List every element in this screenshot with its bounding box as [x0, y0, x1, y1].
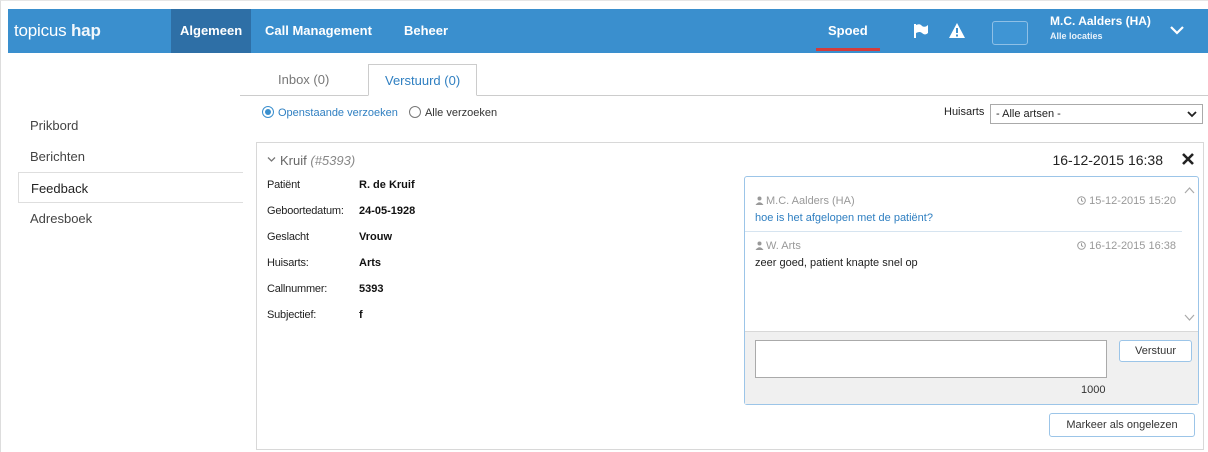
- card-patient-name: Kruif: [280, 153, 307, 168]
- detail-row: Geslacht Vrouw: [267, 231, 567, 257]
- detail-value: 24-05-1928: [359, 205, 416, 217]
- message-item: W. Arts 16-12-2015 16:38 zeer goed, pati…: [745, 232, 1182, 282]
- message-time-value: 16-12-2015 16:38: [1089, 240, 1176, 252]
- detail-row: Patiënt R. de Kruif: [267, 179, 567, 205]
- clock-icon: [1077, 241, 1086, 250]
- radio-all[interactable]: [408, 106, 421, 118]
- logo-sub: hap: [71, 21, 101, 40]
- message-time: 15-12-2015 15:20: [1077, 195, 1176, 207]
- message-list: M.C. Aalders (HA) 15-12-2015 15:20 hoe i…: [745, 177, 1182, 331]
- user-icon: [755, 196, 764, 205]
- message-item: M.C. Aalders (HA) 15-12-2015 15:20 hoe i…: [745, 187, 1182, 232]
- detail-row: Huisarts: Arts: [267, 257, 567, 283]
- request-filter: Openstaande verzoeken Alle verzoeken: [262, 106, 505, 119]
- collapse-chevron-icon[interactable]: [267, 155, 276, 164]
- sidebar-item-prikbord[interactable]: Prikbord: [18, 110, 243, 141]
- conversation-panel: M.C. Aalders (HA) 15-12-2015 15:20 hoe i…: [744, 176, 1199, 405]
- user-location[interactable]: Alle locaties: [1050, 31, 1103, 41]
- detail-row: Subjectief: f: [267, 309, 567, 335]
- message-text: hoe is het afgelopen met de patiënt?: [755, 212, 933, 224]
- nav-spoed-label: Spoed: [828, 23, 868, 38]
- card-call-number: (#5393): [310, 153, 356, 168]
- mark-unread-button[interactable]: Markeer als ongelezen: [1049, 413, 1195, 437]
- spoed-active-underline: [816, 48, 880, 51]
- close-icon[interactable]: [1181, 152, 1195, 166]
- doctor-select[interactable]: - Alle artsen -: [990, 104, 1203, 124]
- doctor-filter-label: Huisarts: [944, 106, 985, 118]
- detail-label: Subjectief:: [267, 309, 317, 321]
- top-navigation-bar: topicus hap Algemeen Call Management Beh…: [8, 9, 1208, 53]
- message-author-name: M.C. Aalders (HA): [766, 195, 855, 207]
- filter-all-option[interactable]: Alle verzoeken: [408, 106, 498, 119]
- detail-value: Vrouw: [359, 231, 393, 243]
- doctor-select-value: - Alle artsen -: [996, 108, 1061, 120]
- detail-row: Callnummer: 5393: [267, 283, 567, 309]
- filter-open-label: Openstaande verzoeken: [278, 107, 398, 119]
- nav-algemeen[interactable]: Algemeen: [171, 9, 252, 53]
- sidebar-menu: Prikbord Berichten Feedback Adresboek: [18, 110, 243, 234]
- sidebar-item-adresboek[interactable]: Adresboek: [18, 203, 243, 234]
- user-name[interactable]: M.C. Aalders (HA): [1050, 14, 1151, 28]
- feedback-card: Kruif (#5393) 16-12-2015 16:38 Patiënt R…: [256, 142, 1204, 450]
- tab-inbox[interactable]: Inbox (0): [262, 64, 345, 96]
- message-text: zeer goed, patient knapte snel op: [755, 257, 918, 269]
- patient-details: Patiënt R. de Kruif Geboortedatum: 24-05…: [267, 179, 567, 335]
- send-button[interactable]: Verstuur: [1119, 340, 1192, 362]
- user-icon: [755, 241, 764, 250]
- clock-icon: [1077, 196, 1086, 205]
- warning-icon[interactable]: [948, 22, 966, 40]
- flag-icon[interactable]: [912, 22, 930, 40]
- logo-brand: topicus: [14, 21, 67, 40]
- detail-value: f: [359, 309, 363, 321]
- nav-spoed[interactable]: Spoed: [816, 9, 880, 53]
- detail-label: Huisarts:: [267, 257, 309, 269]
- sidebar-item-feedback[interactable]: Feedback: [18, 172, 243, 203]
- message-scrollbar[interactable]: [1181, 177, 1198, 331]
- detail-label: Patiënt: [267, 179, 300, 191]
- user-menu-chevron-icon[interactable]: [1168, 21, 1186, 39]
- message-author-name: W. Arts: [766, 240, 801, 252]
- sidebar-item-berichten[interactable]: Berichten: [18, 141, 243, 172]
- app-logo[interactable]: topicus hap: [14, 9, 101, 53]
- user-avatar-box[interactable]: [992, 21, 1028, 45]
- detail-label: Geslacht: [267, 231, 309, 243]
- tab-verstuurd[interactable]: Verstuurd (0): [368, 64, 478, 96]
- filter-open-option[interactable]: Openstaande verzoeken: [262, 106, 398, 119]
- detail-value: R. de Kruif: [359, 179, 415, 191]
- card-datetime: 16-12-2015 16:38: [1052, 152, 1163, 168]
- detail-value: 5393: [359, 283, 384, 295]
- detail-row: Geboortedatum: 24-05-1928: [267, 205, 567, 231]
- filter-all-label: Alle verzoeken: [424, 107, 498, 119]
- chevron-down-icon: [1187, 111, 1197, 118]
- card-header[interactable]: Kruif (#5393): [267, 153, 355, 168]
- radio-open-selected[interactable]: [262, 106, 274, 118]
- message-time-value: 15-12-2015 15:20: [1089, 195, 1176, 207]
- reply-area: Verstuur 1000: [745, 331, 1198, 404]
- detail-value: Arts: [359, 257, 382, 269]
- nav-call-management[interactable]: Call Management: [256, 9, 381, 53]
- char-counter: 1000: [1081, 384, 1106, 396]
- reply-textarea[interactable]: [755, 340, 1107, 378]
- message-time: 16-12-2015 16:38: [1077, 240, 1176, 252]
- detail-label: Geboortedatum:: [267, 205, 344, 217]
- nav-beheer[interactable]: Beheer: [395, 9, 457, 53]
- detail-label: Callnummer:: [267, 283, 328, 295]
